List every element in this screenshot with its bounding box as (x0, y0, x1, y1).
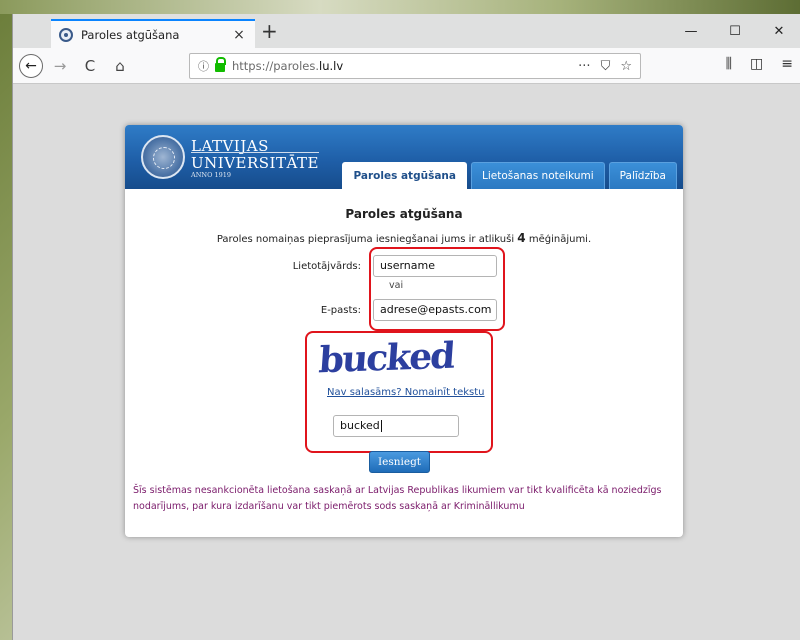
home-button[interactable]: ⌂ (107, 57, 133, 75)
or-text: vai (389, 280, 404, 291)
url-text[interactable]: https://paroles.lu.lv (232, 59, 578, 73)
menu-icon[interactable]: ≡ (781, 56, 793, 72)
logo-line-2: UNIVERSITĀTE (191, 152, 319, 172)
maximize-button[interactable]: ☐ (713, 14, 757, 48)
card-header: LATVIJAS UNIVERSITĀTE ANNO 1919 Paroles … (125, 125, 683, 189)
captcha-input[interactable]: bucked (333, 415, 459, 437)
tab-title: Paroles atgūšana (81, 27, 180, 42)
back-button[interactable]: ← (19, 53, 43, 78)
logo-line-3: ANNO 1919 (191, 171, 232, 179)
email-label: E-pasts: (320, 305, 361, 316)
new-tab-button[interactable]: + (261, 21, 278, 41)
attempts-notice: Paroles nomaiņas pieprasījuma iesniegšan… (216, 231, 592, 245)
desktop-background (0, 0, 800, 14)
library-icon[interactable]: ⫼ (726, 56, 732, 72)
university-seal-icon (141, 135, 185, 179)
submit-button[interactable]: Iesniegt (369, 451, 431, 473)
url-actions: ··· ⛉ ☆ (578, 59, 632, 74)
text-caret (380, 420, 382, 432)
page-actions-icon[interactable]: ··· (578, 59, 590, 74)
site-favicon-icon (59, 27, 73, 42)
browser-window: Paroles atgūšana × + — ☐ ✕ ← → C ⌂ ⓘ htt… (12, 14, 800, 640)
tab-password-recovery[interactable]: Paroles atgūšana (342, 162, 467, 189)
close-tab-icon[interactable]: × (231, 27, 247, 43)
page-content: LATVIJAS UNIVERSITĀTE ANNO 1919 Paroles … (13, 85, 800, 640)
url-domain: lu.lv (319, 59, 344, 73)
window-controls: — ☐ ✕ (669, 14, 800, 48)
tab-strip: Paroles atgūšana × + — ☐ ✕ (13, 14, 800, 48)
pocket-icon[interactable]: ⛉ (601, 59, 611, 74)
tab-help[interactable]: Palīdzība (608, 162, 677, 189)
legal-warning: Šīs sistēmas nesankcionēta lietošana sas… (133, 485, 662, 512)
toolbar-right: ⫼ ◫ ≡ (726, 56, 793, 72)
change-captcha-link[interactable]: Nav salasāms? Nomainīt tekstu (327, 387, 485, 398)
navigation-toolbar: ← → C ⌂ ⓘ https://paroles.lu.lv ··· ⛉ ☆ … (13, 48, 800, 84)
lock-icon (215, 57, 226, 72)
attempts-count: 4 (517, 231, 526, 245)
email-field[interactable]: adrese@epasts.com (373, 299, 497, 321)
tab-terms-of-use[interactable]: Lietošanas noteikumi (470, 162, 605, 189)
username-label: Lietotājvārds: (292, 261, 361, 272)
reload-button[interactable]: C (77, 57, 103, 75)
site-info-icon[interactable]: ⓘ (198, 58, 209, 74)
form-heading: Paroles atgūšana (345, 207, 463, 221)
forward-button[interactable]: → (47, 57, 73, 75)
captcha-image: bucked (317, 334, 455, 382)
bookmark-star-icon[interactable]: ☆ (620, 59, 632, 74)
close-window-button[interactable]: ✕ (757, 14, 800, 48)
page-tabs: Paroles atgūšana Lietošanas noteikumi Pa… (342, 162, 677, 189)
recovery-card: LATVIJAS UNIVERSITĀTE ANNO 1919 Paroles … (125, 125, 683, 537)
minimize-button[interactable]: — (669, 14, 713, 48)
address-bar[interactable]: ⓘ https://paroles.lu.lv ··· ⛉ ☆ (189, 53, 641, 79)
browser-tab[interactable]: Paroles atgūšana × (51, 19, 255, 48)
sidebar-icon[interactable]: ◫ (750, 56, 763, 72)
username-field[interactable]: username (373, 255, 497, 277)
